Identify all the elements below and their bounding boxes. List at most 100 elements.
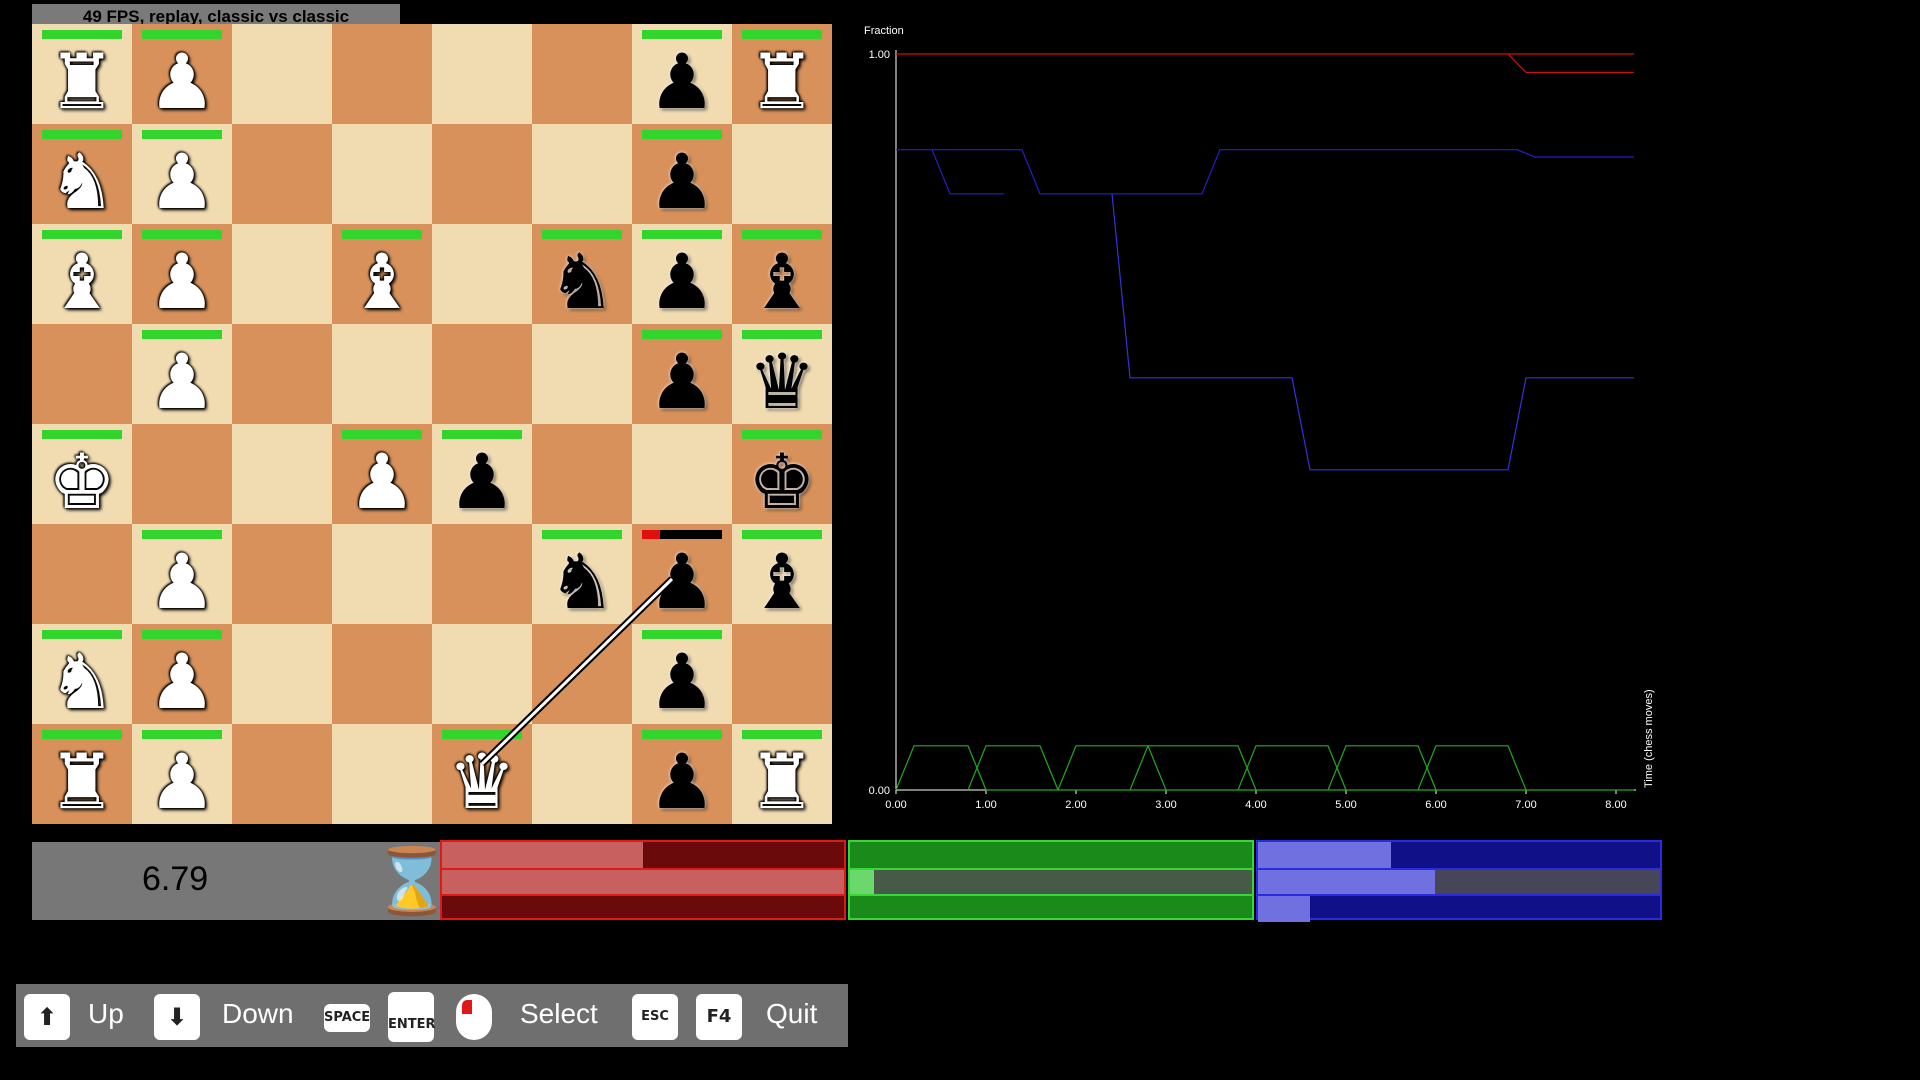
board-square[interactable] [732,624,832,724]
chess-piece[interactable]: ♟ [632,240,732,324]
space-key-icon[interactable]: SPACE [324,1004,370,1032]
chess-piece[interactable]: ♟ [132,340,232,424]
chess-piece[interactable]: ♝ [732,540,832,624]
board-square[interactable] [232,524,332,624]
chess-piece[interactable]: ♟ [632,340,732,424]
chess-piece[interactable]: ♟ [432,440,532,524]
board-square[interactable]: ♞ [32,124,132,224]
board-square[interactable] [432,524,532,624]
board-square[interactable]: ♟ [632,324,732,424]
board-square[interactable] [332,24,432,124]
board-square[interactable]: ♚ [32,424,132,524]
board-square[interactable]: ♚ [732,424,832,524]
board-square[interactable] [532,724,632,824]
board-square[interactable]: ♝ [332,224,432,324]
chess-piece[interactable]: ♟ [132,40,232,124]
board-square[interactable]: ♟ [632,224,732,324]
chess-piece[interactable]: ♟ [132,140,232,224]
f4-key-icon[interactable]: F4 [696,994,742,1040]
chess-piece[interactable]: ♞ [32,140,132,224]
board-square[interactable] [432,224,532,324]
board-square[interactable] [32,524,132,624]
board-square[interactable] [32,324,132,424]
chess-piece[interactable]: ♞ [32,640,132,724]
chess-piece[interactable]: ♝ [32,240,132,324]
board-square[interactable]: ♜ [732,24,832,124]
chess-piece[interactable]: ♛ [432,740,532,824]
board-square[interactable] [332,724,432,824]
board-square[interactable] [232,724,332,824]
board-square[interactable] [232,624,332,724]
board-square[interactable]: ♟ [132,524,232,624]
board-square[interactable]: ♟ [432,424,532,524]
board-square[interactable] [432,124,532,224]
board-square[interactable] [532,324,632,424]
board-square[interactable]: ♝ [732,224,832,324]
board-square[interactable]: ♟ [332,424,432,524]
chess-piece[interactable]: ♞ [532,240,632,324]
board-square[interactable] [132,424,232,524]
chess-piece[interactable]: ♟ [332,440,432,524]
board-square[interactable]: ♞ [532,224,632,324]
chess-piece[interactable]: ♟ [132,240,232,324]
board-square[interactable]: ♜ [32,24,132,124]
board-square[interactable] [232,424,332,524]
chess-piece[interactable]: ♟ [132,540,232,624]
chess-piece[interactable]: ♜ [732,740,832,824]
chess-board[interactable]: ♜ ♟ ♟ ♜ ♞ ♟ ♟ ♝ ♟ ♝ ♞ ♟ ♝ ♟ ♟ ♛ ♚ ♟ ♟ ♚ ♟ ♞ ♟ ♝ ♞ ♟ ♟ ♜ ♟ ♛ ♟ ♜ [32,24,832,824]
board-square[interactable] [232,324,332,424]
chess-piece[interactable]: ♚ [732,440,832,524]
board-square[interactable]: ♝ [32,224,132,324]
board-square[interactable]: ♟ [632,724,732,824]
chess-piece[interactable]: ♟ [132,640,232,724]
board-square[interactable]: ♛ [432,724,532,824]
board-square[interactable]: ♟ [132,224,232,324]
board-square[interactable] [332,524,432,624]
board-square[interactable]: ♟ [132,624,232,724]
chess-piece[interactable]: ♟ [632,640,732,724]
board-square[interactable]: ♟ [632,24,732,124]
board-square[interactable] [632,424,732,524]
up-key-icon[interactable]: ⬆ [24,994,70,1040]
board-square[interactable]: ♟ [132,324,232,424]
chess-piece[interactable]: ♞ [532,540,632,624]
board-square[interactable] [732,124,832,224]
board-square[interactable]: ♟ [132,124,232,224]
board-square[interactable]: ♝ [732,524,832,624]
board-square[interactable] [532,124,632,224]
board-square[interactable] [432,624,532,724]
chess-piece[interactable]: ♟ [632,540,732,624]
board-square[interactable]: ♟ [632,624,732,724]
board-square[interactable] [432,324,532,424]
board-square[interactable]: ♟ [632,524,732,624]
board-square[interactable]: ♜ [32,724,132,824]
board-square[interactable] [532,24,632,124]
board-square[interactable]: ♟ [632,124,732,224]
board-square[interactable]: ♛ [732,324,832,424]
chess-piece[interactable]: ♛ [732,340,832,424]
board-square[interactable] [332,324,432,424]
board-square[interactable]: ♟ [132,24,232,124]
board-square[interactable]: ♞ [532,524,632,624]
chess-piece[interactable]: ♟ [632,40,732,124]
chess-piece[interactable]: ♜ [732,40,832,124]
mouse-icon[interactable] [456,994,492,1040]
board-square[interactable]: ♜ [732,724,832,824]
board-square[interactable] [532,424,632,524]
enter-key-icon[interactable]: ENTER [388,992,436,1042]
chess-piece[interactable]: ♚ [32,440,132,524]
board-square[interactable]: ♟ [132,724,232,824]
board-square[interactable] [532,624,632,724]
board-square[interactable] [332,124,432,224]
chess-piece[interactable]: ♜ [32,40,132,124]
board-square[interactable]: ♞ [32,624,132,724]
board-square[interactable] [232,24,332,124]
chess-piece[interactable]: ♝ [332,240,432,324]
board-square[interactable] [332,624,432,724]
chess-piece[interactable]: ♜ [32,740,132,824]
board-square[interactable] [432,24,532,124]
chess-piece[interactable]: ♟ [632,140,732,224]
down-key-icon[interactable]: ⬇ [154,994,200,1040]
board-square[interactable] [232,224,332,324]
board-square[interactable] [232,124,332,224]
